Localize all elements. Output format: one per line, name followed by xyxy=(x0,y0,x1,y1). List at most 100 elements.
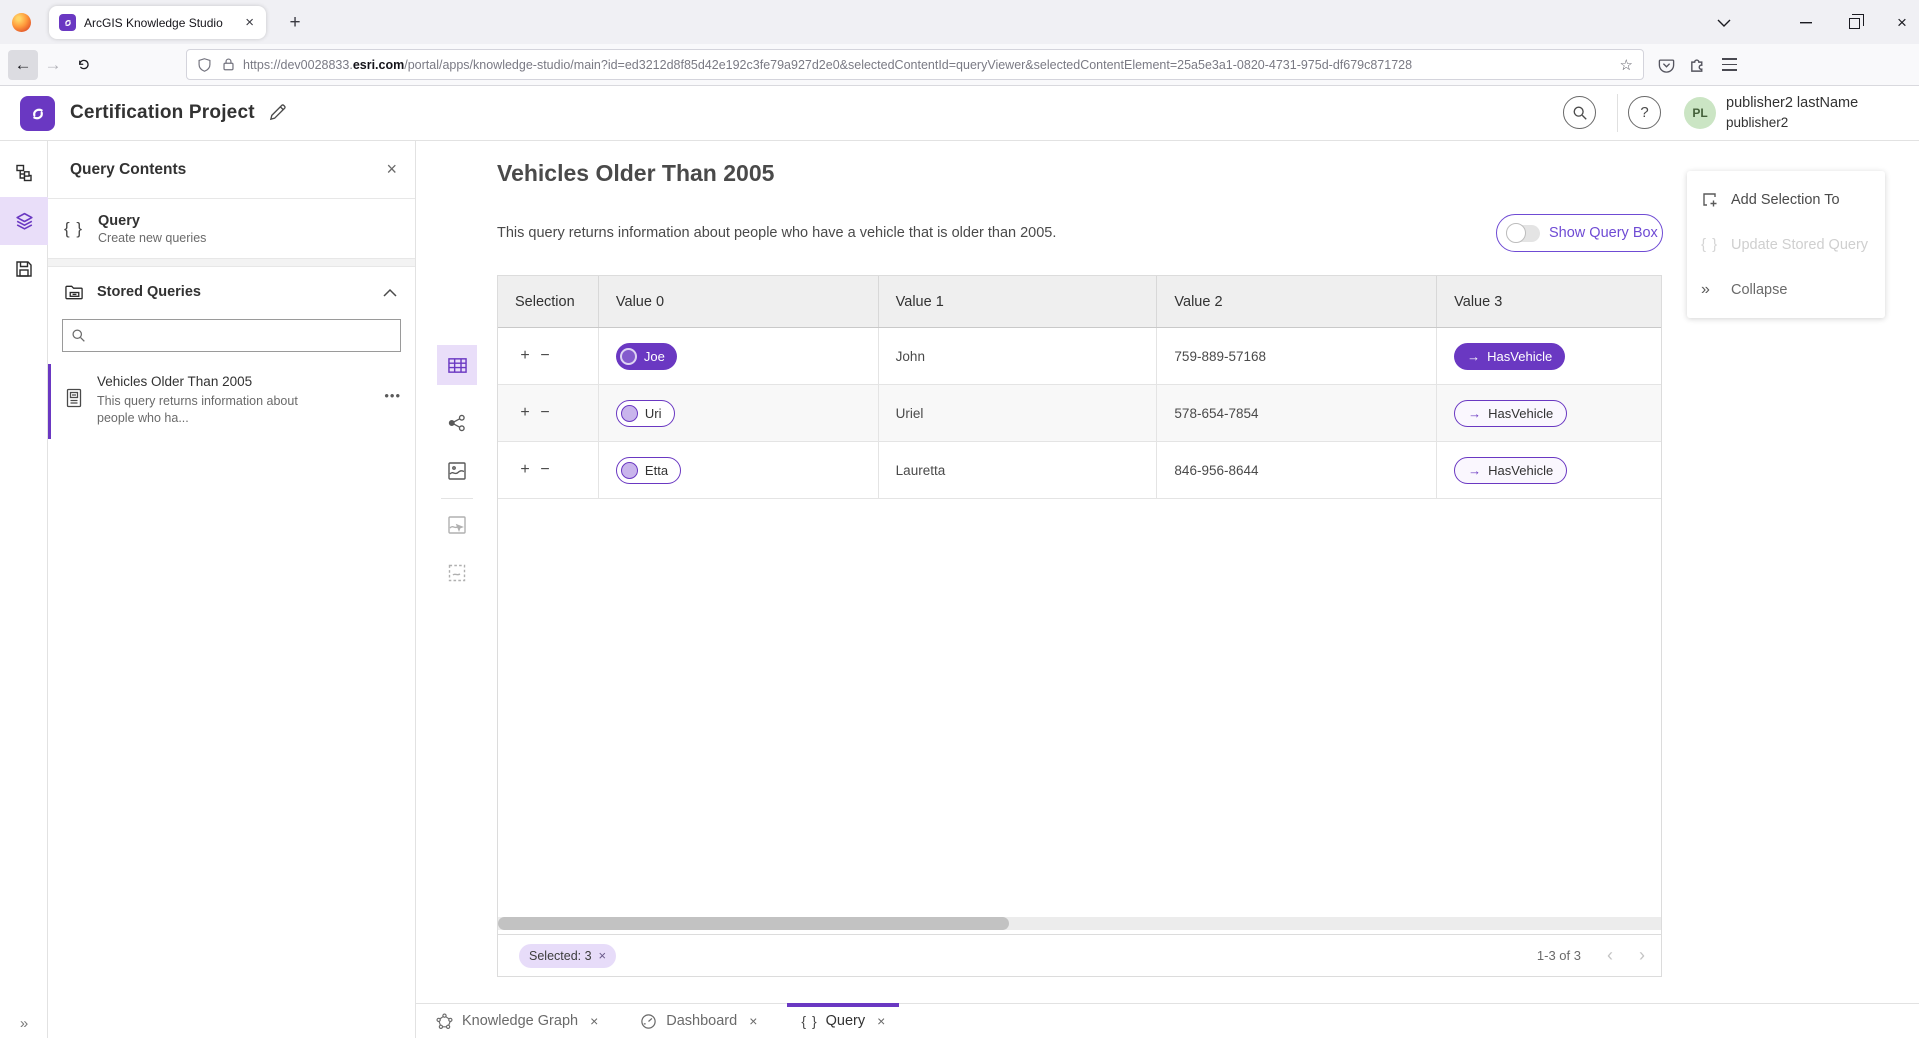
add-selection-icon[interactable]: + xyxy=(515,347,535,365)
add-selection-icon[interactable]: + xyxy=(515,461,535,479)
selected-count-chip[interactable]: Selected: 3 × xyxy=(519,944,616,968)
scrollbar-thumb[interactable] xyxy=(498,917,1009,930)
bookmark-star-icon[interactable]: ☆ xyxy=(1620,56,1633,74)
column-header[interactable]: Selection xyxy=(498,276,599,327)
toggle-switch[interactable] xyxy=(1506,225,1540,242)
tab-knowledge-graph[interactable]: Knowledge Graph × xyxy=(422,1004,612,1038)
tab-close-icon[interactable]: × xyxy=(243,14,256,31)
table-view-icon[interactable] xyxy=(437,345,477,385)
new-tab-button[interactable]: + xyxy=(282,10,308,36)
search-icon[interactable] xyxy=(1563,96,1596,129)
remove-selection-icon[interactable]: − xyxy=(535,404,555,422)
cell-value[interactable]: Lauretta xyxy=(879,442,1158,498)
entity-pill[interactable]: Joe xyxy=(616,343,677,370)
window-close-button[interactable]: × xyxy=(1887,10,1917,36)
data-model-icon[interactable] xyxy=(0,149,48,197)
stored-queries-header[interactable]: Stored Queries xyxy=(48,267,415,317)
cell-value[interactable]: 578-654-7854 xyxy=(1157,385,1437,441)
marquee-select-icon[interactable] xyxy=(437,553,477,593)
knowledge-graph-icon xyxy=(436,1013,453,1030)
query-contents-panel: Query Contents × { } Query Create new qu… xyxy=(48,141,416,1038)
relationship-pill[interactable]: → HasVehicle xyxy=(1454,457,1567,484)
item-overflow-icon[interactable]: ••• xyxy=(384,388,401,427)
app-header: Certification Project ? PL publisher2 la… xyxy=(0,86,1919,141)
back-button[interactable]: ← xyxy=(8,50,38,80)
stored-query-search[interactable] xyxy=(62,319,401,352)
arcgis-knowledge-logo-icon xyxy=(20,96,55,131)
project-title: Certification Project xyxy=(70,102,255,124)
menu-hamburger-icon[interactable] xyxy=(1722,58,1737,70)
previous-page-icon[interactable]: ‹ xyxy=(1607,945,1613,966)
tab-query[interactable]: { } Query × xyxy=(787,1004,899,1038)
layers-icon[interactable] xyxy=(0,197,48,245)
tab-close-icon[interactable]: × xyxy=(877,1013,885,1029)
menu-item-add-selection-to[interactable]: Add Selection To xyxy=(1687,177,1885,222)
relationship-pill[interactable]: → HasVehicle xyxy=(1454,343,1565,370)
window-restore-button[interactable] xyxy=(1839,10,1869,36)
stored-query-item-selected[interactable]: Vehicles Older Than 2005 This query retu… xyxy=(48,364,415,439)
reload-icon[interactable] xyxy=(68,50,98,80)
avatar[interactable]: PL xyxy=(1684,97,1716,129)
browser-tab[interactable]: ArcGIS Knowledge Studio × xyxy=(49,6,266,39)
header-divider xyxy=(1617,94,1618,132)
column-header[interactable]: Value 3 xyxy=(1437,276,1661,327)
tab-close-icon[interactable]: × xyxy=(590,1013,598,1029)
edit-title-pencil-icon[interactable] xyxy=(268,103,287,122)
next-page-icon[interactable]: › xyxy=(1639,945,1645,966)
toolbar-divider xyxy=(441,498,473,499)
menu-item-update-stored-query[interactable]: { } Update Stored Query xyxy=(1687,222,1885,267)
url-bar[interactable]: https://dev0028833.esri.com/portal/apps/… xyxy=(186,49,1644,80)
panel-header: Query Contents × xyxy=(48,141,415,199)
horizontal-scrollbar[interactable] xyxy=(498,917,1661,930)
add-selection-icon[interactable]: + xyxy=(515,404,535,422)
expand-rail-icon[interactable]: » xyxy=(0,1015,48,1032)
cell-value[interactable]: Uriel xyxy=(879,385,1158,441)
window-minimize-button[interactable] xyxy=(1791,10,1821,36)
table-row[interactable]: + − Joe John 759-889-57168 → HasVehicle xyxy=(498,328,1661,385)
save-icon[interactable] xyxy=(0,245,48,293)
lock-icon[interactable] xyxy=(222,57,235,72)
query-item-title: Query xyxy=(98,213,206,229)
forward-button[interactable]: → xyxy=(38,50,68,80)
entity-dot-icon xyxy=(621,405,638,422)
tracking-shield-icon[interactable] xyxy=(197,57,212,73)
chevron-up-icon[interactable] xyxy=(383,288,397,297)
remove-selection-icon[interactable]: − xyxy=(535,347,555,365)
pagination-range: 1-3 of 3 xyxy=(1537,948,1581,963)
firefox-icon[interactable] xyxy=(12,13,31,32)
menu-item-collapse[interactable]: » Collapse xyxy=(1687,267,1885,312)
show-query-box-toggle[interactable]: Show Query Box xyxy=(1496,214,1663,252)
entity-pill[interactable]: Etta xyxy=(616,457,681,484)
map-view-icon[interactable] xyxy=(437,451,477,491)
pocket-icon[interactable] xyxy=(1658,57,1675,73)
help-icon[interactable]: ? xyxy=(1628,96,1661,129)
cell-value[interactable]: John xyxy=(879,328,1158,384)
link-chart-view-icon[interactable] xyxy=(437,403,477,443)
cell-value[interactable]: 846-956-8644 xyxy=(1157,442,1437,498)
collapse-chevrons-icon: » xyxy=(1701,281,1731,299)
clear-selection-icon[interactable]: × xyxy=(599,948,607,963)
table-row[interactable]: + − Etta Lauretta 846-956-8644 → HasVehi… xyxy=(498,442,1661,499)
remove-selection-icon[interactable]: − xyxy=(535,461,555,479)
stored-query-doc-icon xyxy=(65,388,83,427)
column-header[interactable]: Value 1 xyxy=(879,276,1158,327)
table-options-menu: Add Selection To { } Update Stored Query… xyxy=(1687,171,1885,318)
add-to-map-icon[interactable] xyxy=(437,505,477,545)
content-tab-bar: Knowledge Graph × Dashboard × { } Query … xyxy=(416,1003,1919,1038)
cell-value[interactable]: 759-889-57168 xyxy=(1157,328,1437,384)
user-info[interactable]: publisher2 lastName publisher2 xyxy=(1726,94,1858,132)
entity-dot-icon xyxy=(621,462,638,479)
entity-pill[interactable]: Uri xyxy=(616,400,675,427)
tab-dashboard[interactable]: Dashboard × xyxy=(626,1004,771,1038)
panel-close-icon[interactable]: × xyxy=(386,159,397,180)
column-header[interactable]: Value 0 xyxy=(599,276,879,327)
table-row[interactable]: + − Uri Uriel 578-654-7854 → HasVehicle xyxy=(498,385,1661,442)
relationship-pill[interactable]: → HasVehicle xyxy=(1454,400,1567,427)
relationship-arrow-icon: → xyxy=(1468,406,1481,421)
extensions-icon[interactable] xyxy=(1689,56,1706,73)
tab-close-icon[interactable]: × xyxy=(749,1013,757,1029)
search-input[interactable] xyxy=(92,328,392,343)
list-tabs-icon[interactable] xyxy=(1709,10,1739,36)
column-header[interactable]: Value 2 xyxy=(1157,276,1437,327)
new-query-item[interactable]: { } Query Create new queries xyxy=(48,199,415,259)
